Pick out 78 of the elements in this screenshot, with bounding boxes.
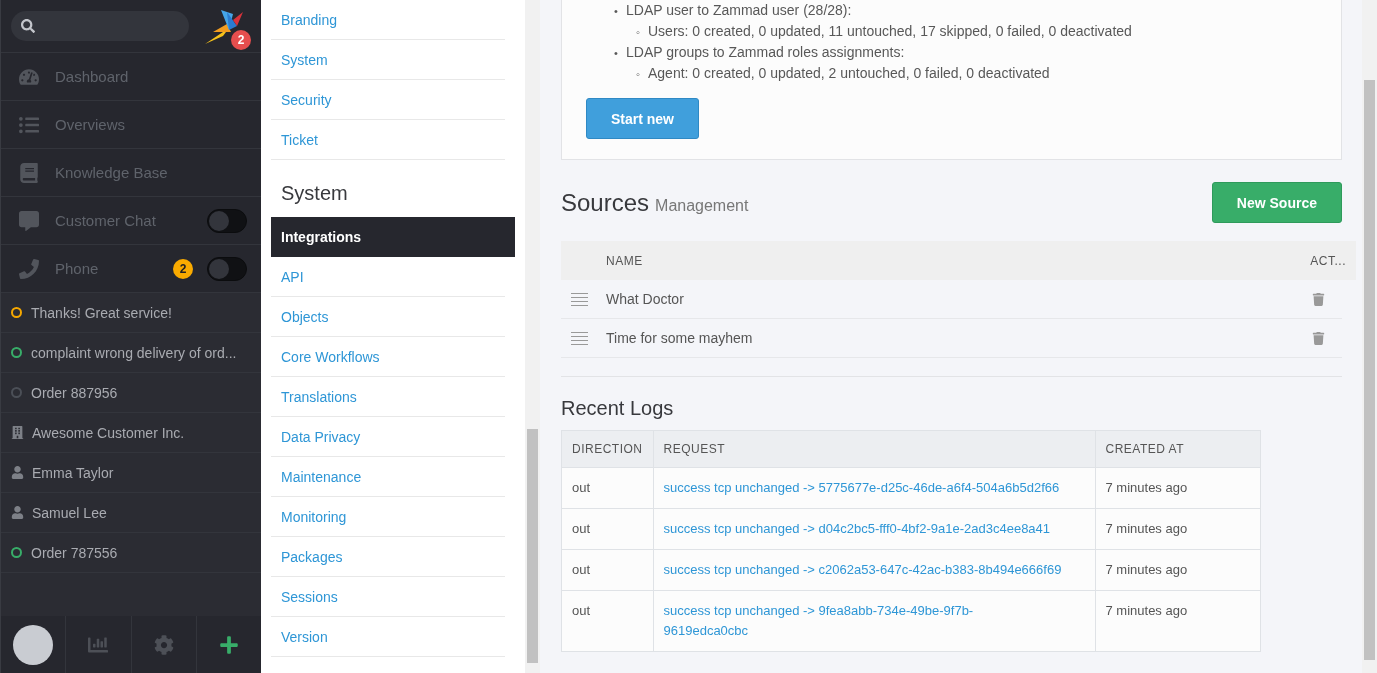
settings-link[interactable]: Sessions xyxy=(271,577,505,617)
column-header: DIRECTION xyxy=(561,430,653,468)
table-cell: out xyxy=(561,549,653,591)
table-cell: out xyxy=(561,590,653,652)
task-title: Thanks! Great service! xyxy=(31,304,172,321)
plus-icon[interactable] xyxy=(218,634,239,655)
summary-line: Users: 0 created, 0 updated, 11 untouched, 17 skipped, 0 failed, 0 deactivated xyxy=(648,23,1132,39)
column-header: CREATED AT xyxy=(1095,430,1261,468)
trash-icon[interactable] xyxy=(1312,331,1325,345)
building-icon xyxy=(10,426,24,439)
column-header: REQUEST xyxy=(653,430,1095,468)
column-header: NAME xyxy=(606,253,644,268)
summary-line: Agent: 0 created, 0 updated, 2 untouched, 0 failed, 0 deactivated xyxy=(648,65,1050,81)
scrollbar[interactable] xyxy=(1362,0,1377,673)
phone-icon xyxy=(17,258,41,279)
task-title: Emma Taylor xyxy=(32,464,114,481)
task-title: Samuel Lee xyxy=(32,504,107,521)
count-badge: 2 xyxy=(173,258,193,279)
task-item[interactable]: Awesome Customer Inc. xyxy=(1,413,261,453)
settings-link[interactable]: Integrations xyxy=(271,217,515,257)
section-subtitle: Management xyxy=(655,196,749,215)
column-header: ACT... xyxy=(1310,253,1346,268)
settings-link[interactable]: Packages xyxy=(271,537,505,577)
drag-handle-icon[interactable] xyxy=(571,331,588,345)
settings-link[interactable]: Security xyxy=(271,80,505,120)
summary-line: LDAP user to Zammad user (28/28): xyxy=(626,2,852,18)
settings-icon[interactable] xyxy=(153,634,174,655)
task-title: complaint wrong delivery of ord... xyxy=(31,344,237,361)
settings-link[interactable]: Data Privacy xyxy=(271,417,505,457)
user-icon xyxy=(10,506,24,519)
settings-link[interactable]: Translations xyxy=(271,377,505,417)
bullet-marker: ◦ xyxy=(636,67,641,82)
search-field[interactable] xyxy=(11,11,189,41)
settings-link[interactable]: Ticket xyxy=(271,120,505,160)
settings-link[interactable]: API xyxy=(271,257,505,297)
nav-item[interactable]: Dashboard xyxy=(1,53,261,101)
bullet-marker: • xyxy=(614,4,619,19)
toggle-switch[interactable] xyxy=(207,208,247,233)
table-cell: 7 minutes ago xyxy=(1095,467,1261,509)
summary-line: LDAP groups to Zammad roles assignments: xyxy=(626,44,905,60)
nav-item[interactable]: Knowledge Base xyxy=(1,149,261,197)
notification-badge: 2 xyxy=(231,30,251,50)
search-icon xyxy=(21,19,35,33)
bullet-marker: • xyxy=(614,46,619,61)
task-title: Order 787556 xyxy=(31,544,118,561)
avatar-placeholder[interactable] xyxy=(13,624,54,665)
book-icon xyxy=(17,162,41,183)
task-title: Awesome Customer Inc. xyxy=(32,424,185,441)
settings-link[interactable]: Objects xyxy=(271,297,505,337)
section-heading: Sources xyxy=(561,188,650,217)
table-cell: 7 minutes ago xyxy=(1095,549,1261,591)
settings-link[interactable]: Version xyxy=(271,617,505,657)
start-new-button[interactable]: Start new xyxy=(586,98,699,139)
section-heading: Recent Logs xyxy=(561,397,675,420)
table-cell-text: What Doctor xyxy=(606,291,685,307)
table-cell-text: Time for some mayhem xyxy=(606,330,754,346)
table-cell: out xyxy=(561,508,653,550)
table-cell: out xyxy=(561,467,653,509)
table-cell: 7 minutes ago xyxy=(1095,590,1261,652)
toggle-switch[interactable] xyxy=(207,256,247,281)
section-title: System xyxy=(280,181,349,206)
scrollbar[interactable] xyxy=(525,0,540,673)
gauge-icon xyxy=(17,66,41,87)
bullet-marker: ◦ xyxy=(636,25,641,40)
user-icon xyxy=(10,466,24,479)
list-icon xyxy=(17,114,41,135)
settings-link[interactable]: Branding xyxy=(271,0,505,40)
task-title: Order 887956 xyxy=(31,384,118,401)
new-source-button[interactable]: New Source xyxy=(1211,182,1342,223)
settings-link[interactable]: Core Workflows xyxy=(271,337,505,377)
nav-item[interactable]: Customer Chat xyxy=(1,197,261,245)
drag-handle-icon[interactable] xyxy=(571,292,588,306)
chat-bubble-icon xyxy=(17,210,41,231)
trash-icon[interactable] xyxy=(1312,292,1325,306)
settings-link[interactable]: System xyxy=(271,40,505,80)
settings-link[interactable]: Monitoring xyxy=(271,497,505,537)
table-cell: 7 minutes ago xyxy=(1095,508,1261,550)
settings-link[interactable]: Maintenance xyxy=(271,457,505,497)
